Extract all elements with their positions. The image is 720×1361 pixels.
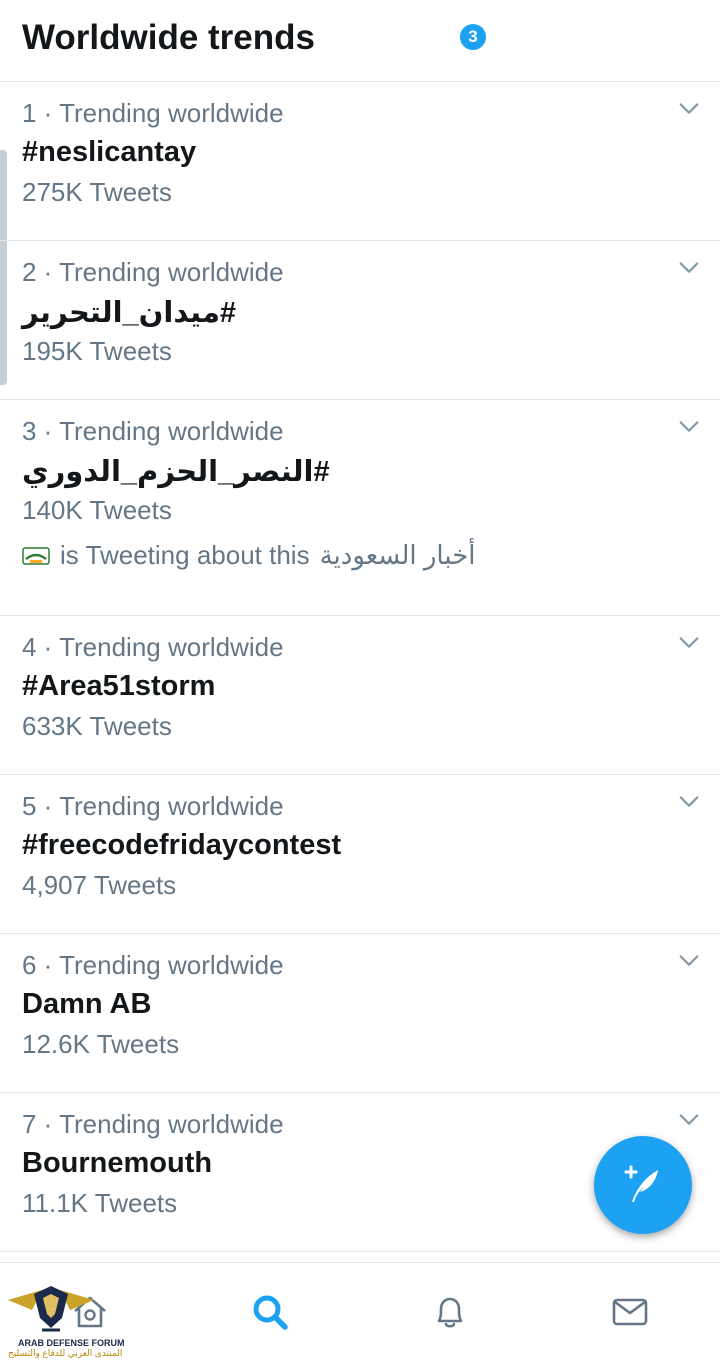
trend-tweet-count: 195K Tweets bbox=[22, 336, 172, 366]
chevron-down-icon[interactable] bbox=[678, 791, 700, 813]
trend-name: Damn AB bbox=[22, 988, 152, 1020]
watermark-text: ARAB DEFENSE FORUM bbox=[18, 1338, 125, 1348]
page-header: Worldwide trends bbox=[0, 0, 720, 82]
compose-tweet-button[interactable] bbox=[594, 1136, 692, 1234]
chevron-down-icon[interactable] bbox=[678, 98, 700, 120]
trend-rank-label: 5 · Trending worldwide bbox=[22, 791, 284, 821]
mail-icon bbox=[612, 1298, 648, 1326]
trend-tweet-count: 11.1K Tweets bbox=[22, 1188, 178, 1218]
trend-name: #Area51storm bbox=[22, 670, 216, 702]
trends-list: 1 · Trending worldwide #neslicantay 275K… bbox=[0, 82, 720, 1252]
chevron-down-icon[interactable] bbox=[678, 1109, 700, 1131]
page-title: Worldwide trends bbox=[22, 18, 315, 57]
notification-badge: 3 bbox=[458, 22, 488, 52]
trend-rank-label: 2 · Trending worldwide bbox=[22, 257, 284, 287]
chevron-down-icon[interactable] bbox=[678, 950, 700, 972]
context-text: is Tweeting about this bbox=[60, 540, 310, 570]
watermark-subtext: المنتدى العربي للدفاع والتسليح bbox=[8, 1348, 123, 1358]
compose-tweet-icon bbox=[624, 1165, 658, 1202]
trend-item[interactable]: 2 · Trending worldwide #ميدان_التحرير 19… bbox=[0, 241, 720, 400]
trend-name: #neslicantay bbox=[22, 136, 197, 168]
saudi-news-logo-icon bbox=[22, 546, 50, 565]
trend-tweet-count: 275K Tweets bbox=[22, 177, 172, 207]
chevron-down-icon[interactable] bbox=[678, 416, 700, 438]
trend-item[interactable]: 5 · Trending worldwide #freecodefridayco… bbox=[0, 775, 720, 934]
trend-item[interactable]: 6 · Trending worldwide Damn AB 12.6K Twe… bbox=[0, 934, 720, 1093]
trend-item[interactable]: 4 · Trending worldwide #Area51storm 633K… bbox=[0, 616, 720, 775]
trend-rank-label: 1 · Trending worldwide bbox=[22, 98, 284, 128]
trend-rank-label: 6 · Trending worldwide bbox=[22, 950, 284, 980]
trend-tweet-count: 140K Tweets bbox=[22, 495, 172, 525]
trend-name: #ميدان_التحرير bbox=[22, 297, 237, 329]
trend-item[interactable]: 1 · Trending worldwide #neslicantay 275K… bbox=[0, 82, 720, 241]
chevron-down-icon[interactable] bbox=[678, 632, 700, 654]
chevron-down-icon[interactable] bbox=[678, 257, 700, 279]
trend-rank-label: 4 · Trending worldwide bbox=[22, 632, 284, 662]
trend-tweet-count: 4,907 Tweets bbox=[22, 870, 177, 900]
tab-notifications[interactable] bbox=[360, 1263, 540, 1361]
trend-rank-label: 3 · Trending worldwide bbox=[22, 416, 284, 446]
trend-tweet-count: 633K Tweets bbox=[22, 711, 172, 741]
search-icon bbox=[253, 1295, 288, 1330]
trend-item[interactable]: 3 · Trending worldwide #النصر_الحزم_الدو… bbox=[0, 400, 720, 616]
trend-tweet-count: 12.6K Tweets bbox=[22, 1029, 180, 1059]
trend-name: #النصر_الحزم_الدوري bbox=[22, 456, 330, 488]
tab-search[interactable] bbox=[180, 1263, 360, 1361]
context-account: أخبار السعودية bbox=[319, 540, 476, 570]
trend-name: #freecodefridaycontest bbox=[22, 829, 342, 861]
trend-context: is Tweeting about this أخبار السعودية bbox=[22, 540, 476, 571]
tab-messages[interactable] bbox=[540, 1263, 720, 1361]
trend-rank-label: 7 · Trending worldwide bbox=[22, 1109, 284, 1139]
trend-name: Bournemouth bbox=[22, 1147, 213, 1179]
bell-icon bbox=[437, 1297, 463, 1328]
